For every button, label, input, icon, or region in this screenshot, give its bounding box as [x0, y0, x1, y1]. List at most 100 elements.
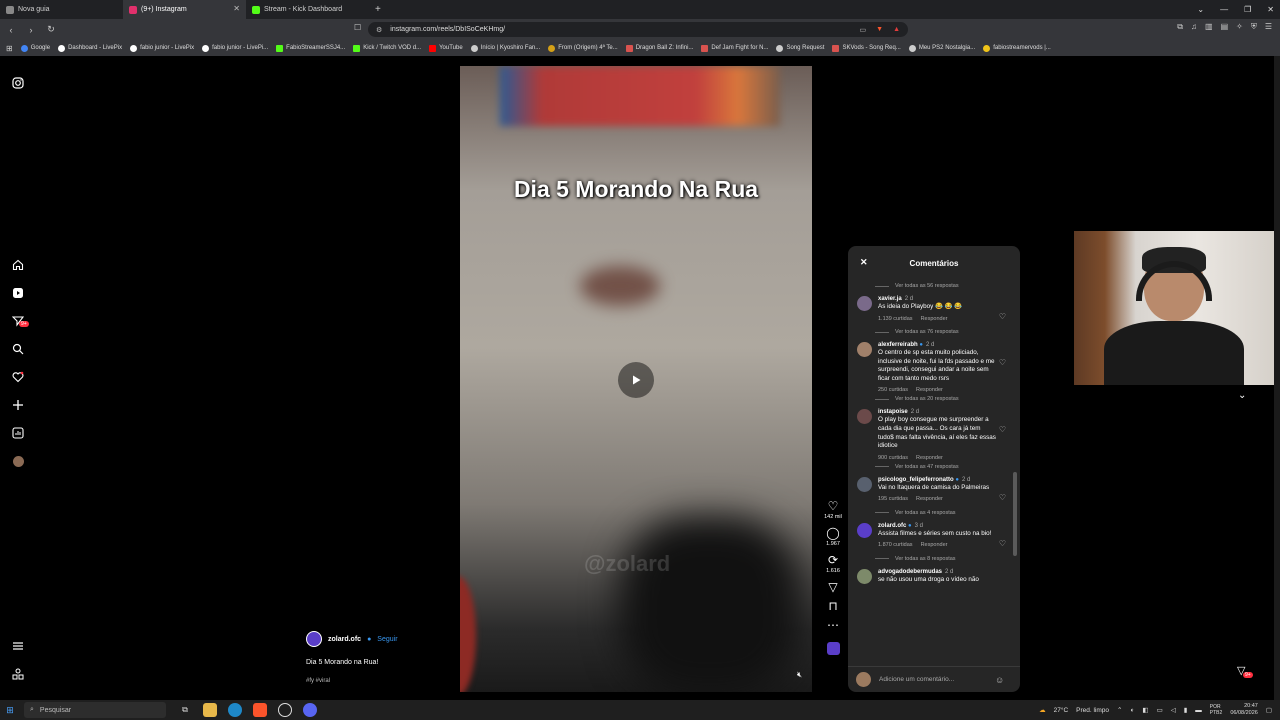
- comment-like-icon[interactable]: ♡: [999, 358, 1006, 367]
- commenter-avatar[interactable]: [857, 522, 872, 538]
- minimize-button[interactable]: —: [1220, 5, 1228, 14]
- heart-icon[interactable]: ♡: [828, 500, 839, 512]
- follow-button[interactable]: Seguir: [377, 636, 397, 643]
- reload-button[interactable]: ↻: [46, 24, 56, 35]
- tray-icon[interactable]: ▬: [1195, 707, 1202, 714]
- save-action[interactable]: ⊓: [828, 600, 837, 612]
- bookmark-item[interactable]: YouTube: [429, 44, 463, 52]
- bookmark-item[interactable]: Def Jam Fight for N...: [701, 44, 768, 52]
- commenter-username[interactable]: zolard.ofc: [878, 523, 906, 529]
- bookmark-item[interactable]: fabio junior - LivePi...: [202, 44, 268, 52]
- new-tab-button[interactable]: +: [369, 4, 387, 15]
- bookmark-item[interactable]: Início | Kyoshiro Fan...: [470, 44, 540, 52]
- extensions-icon[interactable]: ⧉: [1177, 22, 1183, 32]
- file-explorer-icon[interactable]: [203, 703, 217, 717]
- task-view-icon[interactable]: ⧉: [178, 703, 192, 717]
- repost-icon[interactable]: ⟳: [828, 554, 838, 566]
- notifications-icon[interactable]: ▢: [1266, 706, 1272, 714]
- mic-icon[interactable]: ▮: [1184, 706, 1188, 714]
- messages-icon[interactable]: 9+: [11, 314, 29, 328]
- view-replies-link[interactable]: Ver todas as 56 respostas: [848, 280, 1020, 292]
- commenter-username[interactable]: psicologo_felipeferronatto: [878, 477, 954, 483]
- comment-input[interactable]: Adicione um comentário...: [879, 676, 987, 683]
- commenter-avatar[interactable]: [857, 296, 872, 311]
- bookmark-item[interactable]: From (Origem) 4ª Te...: [548, 44, 618, 52]
- view-replies-link[interactable]: Ver todas as 4 respostas: [848, 507, 1020, 519]
- bookmark-item[interactable]: Dragon Ball Z: Infini...: [625, 44, 693, 52]
- view-replies-link[interactable]: Ver todas as 8 respostas: [848, 553, 1020, 565]
- commenter-username[interactable]: advogadodebermudas: [878, 569, 942, 575]
- weather-desc[interactable]: Pred. limpo: [1076, 707, 1109, 714]
- menu-icon[interactable]: ☰: [1265, 22, 1272, 32]
- share-action[interactable]: ▽: [828, 581, 837, 593]
- bookmark-item[interactable]: fabiostreamervods |...: [983, 44, 1051, 52]
- more-options[interactable]: ⋯: [827, 619, 839, 631]
- reply-button[interactable]: Responder: [916, 496, 943, 502]
- bookmark-icon[interactable]: ⊓: [828, 600, 837, 612]
- leo-icon[interactable]: ✧: [1236, 22, 1243, 32]
- bookmark-item[interactable]: Meu PS2 Nostalgia...: [908, 44, 975, 52]
- comments-list[interactable]: Ver todas as 56 respostas xavier.ja 2 d A…: [848, 280, 1020, 660]
- commenter-avatar[interactable]: [857, 409, 872, 425]
- repost-action[interactable]: ⟳ 1.616: [826, 554, 840, 574]
- sidebar-icon[interactable]: ▥: [1205, 22, 1213, 32]
- comment-like-icon[interactable]: ♡: [999, 312, 1006, 321]
- search-icon[interactable]: [11, 342, 25, 356]
- comment-like-icon[interactable]: ♡: [999, 539, 1006, 548]
- create-plus-icon[interactable]: [11, 398, 25, 412]
- bookmark-item[interactable]: fabio junior - LivePix: [130, 44, 194, 52]
- language-indicator[interactable]: POR PTB2: [1210, 704, 1223, 716]
- tab-nova-guia[interactable]: Nova guia: [0, 0, 123, 19]
- wallet-icon[interactable]: ▤: [1221, 22, 1229, 32]
- edge-icon[interactable]: [228, 703, 242, 717]
- obs-icon[interactable]: [278, 703, 292, 717]
- brave-icon[interactable]: [253, 703, 267, 717]
- mute-icon[interactable]: 🔇︎: [797, 670, 802, 680]
- network-icon[interactable]: ▭: [1157, 706, 1163, 714]
- back-button[interactable]: ‹: [6, 25, 16, 35]
- emoji-icon[interactable]: ☺: [995, 675, 1004, 685]
- site-info-icon[interactable]: ⚙: [376, 26, 382, 34]
- like-action[interactable]: ♡ 142 mil: [824, 500, 842, 520]
- caption-hashtags[interactable]: #fy #viral: [306, 678, 446, 684]
- dashboard-icon[interactable]: [11, 426, 25, 440]
- close-window-button[interactable]: ✕: [1267, 5, 1274, 14]
- comment-like-icon[interactable]: ♡: [999, 425, 1006, 434]
- vpn-icon[interactable]: ⛨: [1251, 22, 1257, 32]
- notifications-heart-icon[interactable]: [11, 370, 25, 384]
- instagram-logo-icon[interactable]: [11, 76, 25, 90]
- bookmark-page-icon[interactable]: ☐: [354, 23, 361, 32]
- bookmark-item[interactable]: SKVods - Song Req...: [832, 44, 901, 52]
- taskbar-search[interactable]: ⌕ Pesquisar: [24, 702, 166, 718]
- weather-temp[interactable]: 27°C: [1054, 707, 1069, 714]
- profile-avatar[interactable]: [11, 454, 25, 468]
- volume-icon[interactable]: ◁: [1171, 706, 1176, 714]
- home-icon[interactable]: [11, 258, 25, 272]
- commenter-avatar[interactable]: [857, 342, 872, 357]
- comment-like-icon[interactable]: ♡: [999, 493, 1006, 502]
- brave-shield-icon[interactable]: ▼: [876, 26, 883, 33]
- reply-button[interactable]: Responder: [921, 542, 948, 548]
- bookmark-item[interactable]: Dashboard - LivePix: [58, 44, 122, 52]
- close-icon[interactable]: ✕: [860, 257, 868, 268]
- bookmark-item[interactable]: Google: [20, 44, 50, 52]
- commenter-avatar[interactable]: [857, 476, 872, 492]
- bookmark-item[interactable]: FabioStreamerSSJ4...: [276, 44, 345, 52]
- discord-icon[interactable]: [303, 703, 317, 717]
- forward-button[interactable]: ›: [26, 25, 36, 35]
- close-tab-icon[interactable]: ✕: [233, 4, 240, 13]
- reply-button[interactable]: Responder: [921, 316, 948, 322]
- music-icon[interactable]: ♫: [1191, 22, 1197, 32]
- windows-start-icon[interactable]: ⊞: [0, 705, 20, 716]
- reply-button[interactable]: Responder: [916, 387, 943, 393]
- author-avatar[interactable]: [306, 631, 322, 647]
- weather-icon[interactable]: ☁: [1039, 706, 1046, 714]
- bookmark-item[interactable]: Kick / Twitch VOD d...: [353, 44, 421, 52]
- play-button[interactable]: [618, 362, 654, 398]
- tab-search-icon[interactable]: ⌄: [1197, 5, 1204, 14]
- tray-icon[interactable]: ◧: [1142, 706, 1148, 714]
- clock[interactable]: 20:47 06/08/2026: [1230, 703, 1258, 717]
- reply-button[interactable]: Responder: [916, 455, 943, 461]
- url-bar[interactable]: ⚙ instagram.com/reels/DbISoCeKHmg/ ▭ ▼ ▲: [368, 22, 908, 37]
- audio-avatar[interactable]: [826, 642, 840, 655]
